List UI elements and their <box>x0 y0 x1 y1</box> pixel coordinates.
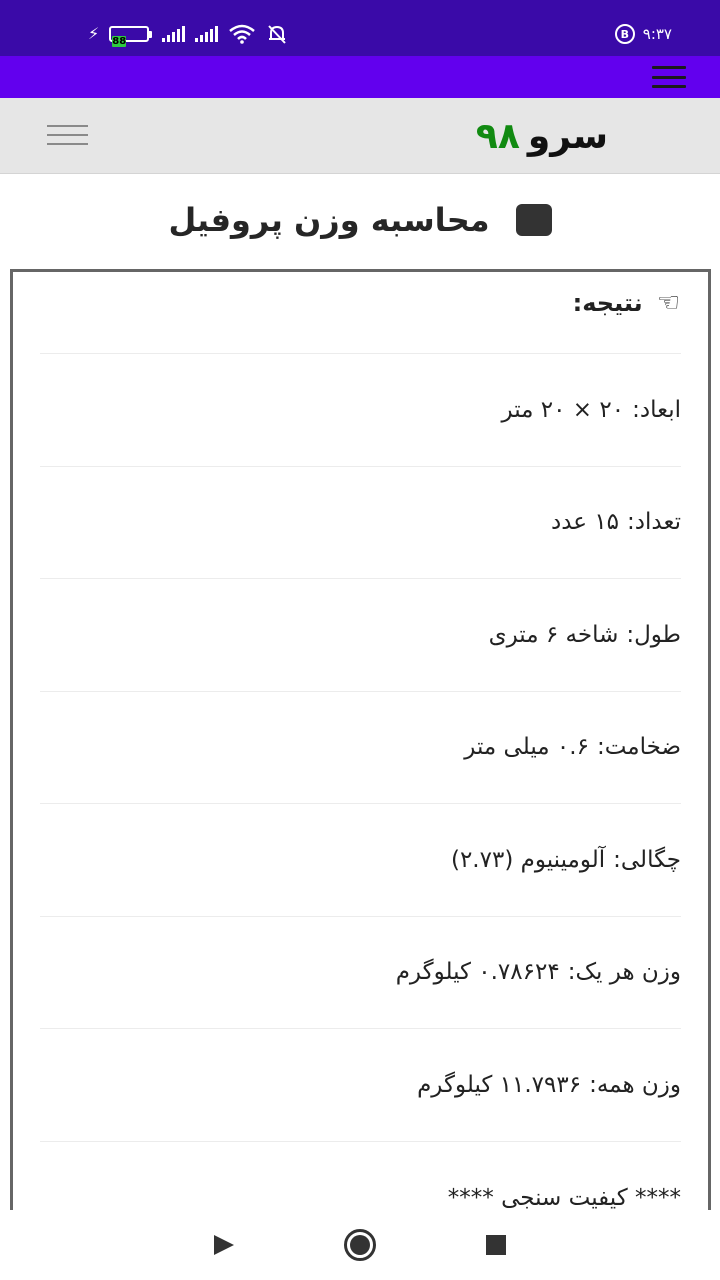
logo-number: ۹۸ <box>475 115 520 157</box>
result-row-density: چگالی: آلومینیوم (۲.۷۳) <box>40 804 681 917</box>
result-box: ☜ نتیجه: ابعاد: ۲۰ × ۲۰ متر تعداد: ۱۵ عد… <box>10 269 711 1229</box>
square-icon <box>515 204 552 236</box>
navigation-bar <box>0 1210 720 1280</box>
quality-text: **** کیفیت سنجی **** <box>447 1184 681 1211</box>
signal-icon <box>162 26 186 42</box>
row-value: ۲۰ × ۲۰ متر <box>501 396 625 423</box>
battery-icon: 88 <box>109 26 153 47</box>
status-time: ۹:۳۷ <box>642 25 672 43</box>
row-value: ۱۱.۷۹۳۶ کیلوگرم <box>417 1071 582 1098</box>
result-row-length: طول: شاخه ۶ متری <box>40 579 681 692</box>
row-value: ۰.۶ میلی متر <box>464 734 589 761</box>
home-circle-icon[interactable] <box>344 1229 376 1261</box>
row-value: ۰.۷۸۶۲۴ کیلوگرم <box>395 959 560 986</box>
row-value: شاخه ۶ متری <box>488 621 619 648</box>
bolt-icon: ⚡ <box>88 24 100 43</box>
app-menu-icon[interactable] <box>652 66 686 88</box>
result-row-total-weight: وزن همه: ۱۱.۷۹۳۶ کیلوگرم <box>40 1029 681 1142</box>
row-label: طول: <box>626 621 681 648</box>
result-header: ☜ نتیجه: <box>573 286 680 320</box>
b-badge-icon: B <box>614 24 635 44</box>
page-title-row: محاسبه وزن پروفیل <box>0 190 720 250</box>
recent-square-icon[interactable] <box>486 1235 506 1255</box>
site-header: سرو ۹۸ <box>0 98 720 174</box>
back-triangle-icon[interactable] <box>214 1235 234 1255</box>
row-label: ابعاد: <box>632 396 681 423</box>
bell-off-icon <box>268 25 286 44</box>
result-row-unit-weight: وزن هر یک: ۰.۷۸۶۲۴ کیلوگرم <box>40 917 681 1029</box>
row-label: چگالی: <box>613 846 681 873</box>
result-row-count: تعداد: ۱۵ عدد <box>40 467 681 579</box>
result-list: ابعاد: ۲۰ × ۲۰ متر تعداد: ۱۵ عدد طول: شا… <box>40 354 681 1229</box>
battery-level: 88 <box>112 36 127 47</box>
page-title: محاسبه وزن پروفیل <box>168 201 490 239</box>
status-icons-right: B ۹:۳۷ <box>614 20 672 48</box>
row-label: وزن هر یک: <box>567 959 681 986</box>
status-icons-left: ⚡ 88 <box>88 20 288 48</box>
result-title: نتیجه: <box>572 289 643 317</box>
result-row-thickness: ضخامت: ۰.۶ میلی متر <box>40 692 681 804</box>
app-bar <box>0 56 720 98</box>
logo-word: سرو <box>527 115 608 157</box>
row-label: وزن همه: <box>589 1071 681 1098</box>
result-row-dimensions: ابعاد: ۲۰ × ۲۰ متر <box>40 354 681 467</box>
row-label: ضخامت: <box>596 734 681 761</box>
hamburger-menu-icon[interactable] <box>47 125 88 145</box>
row-value: ۱۵ عدد <box>550 509 620 536</box>
wifi-icon <box>229 24 256 44</box>
status-bar: ⚡ 88 B ۹:۳۷ <box>0 0 720 56</box>
signal-icon-2 <box>195 26 219 42</box>
row-value: آلومینیوم (۲.۷۳) <box>450 846 606 873</box>
hand-pointer-icon: ☜ <box>656 288 680 318</box>
row-label: تعداد: <box>627 509 681 536</box>
site-logo[interactable]: سرو ۹۸ <box>476 114 608 158</box>
